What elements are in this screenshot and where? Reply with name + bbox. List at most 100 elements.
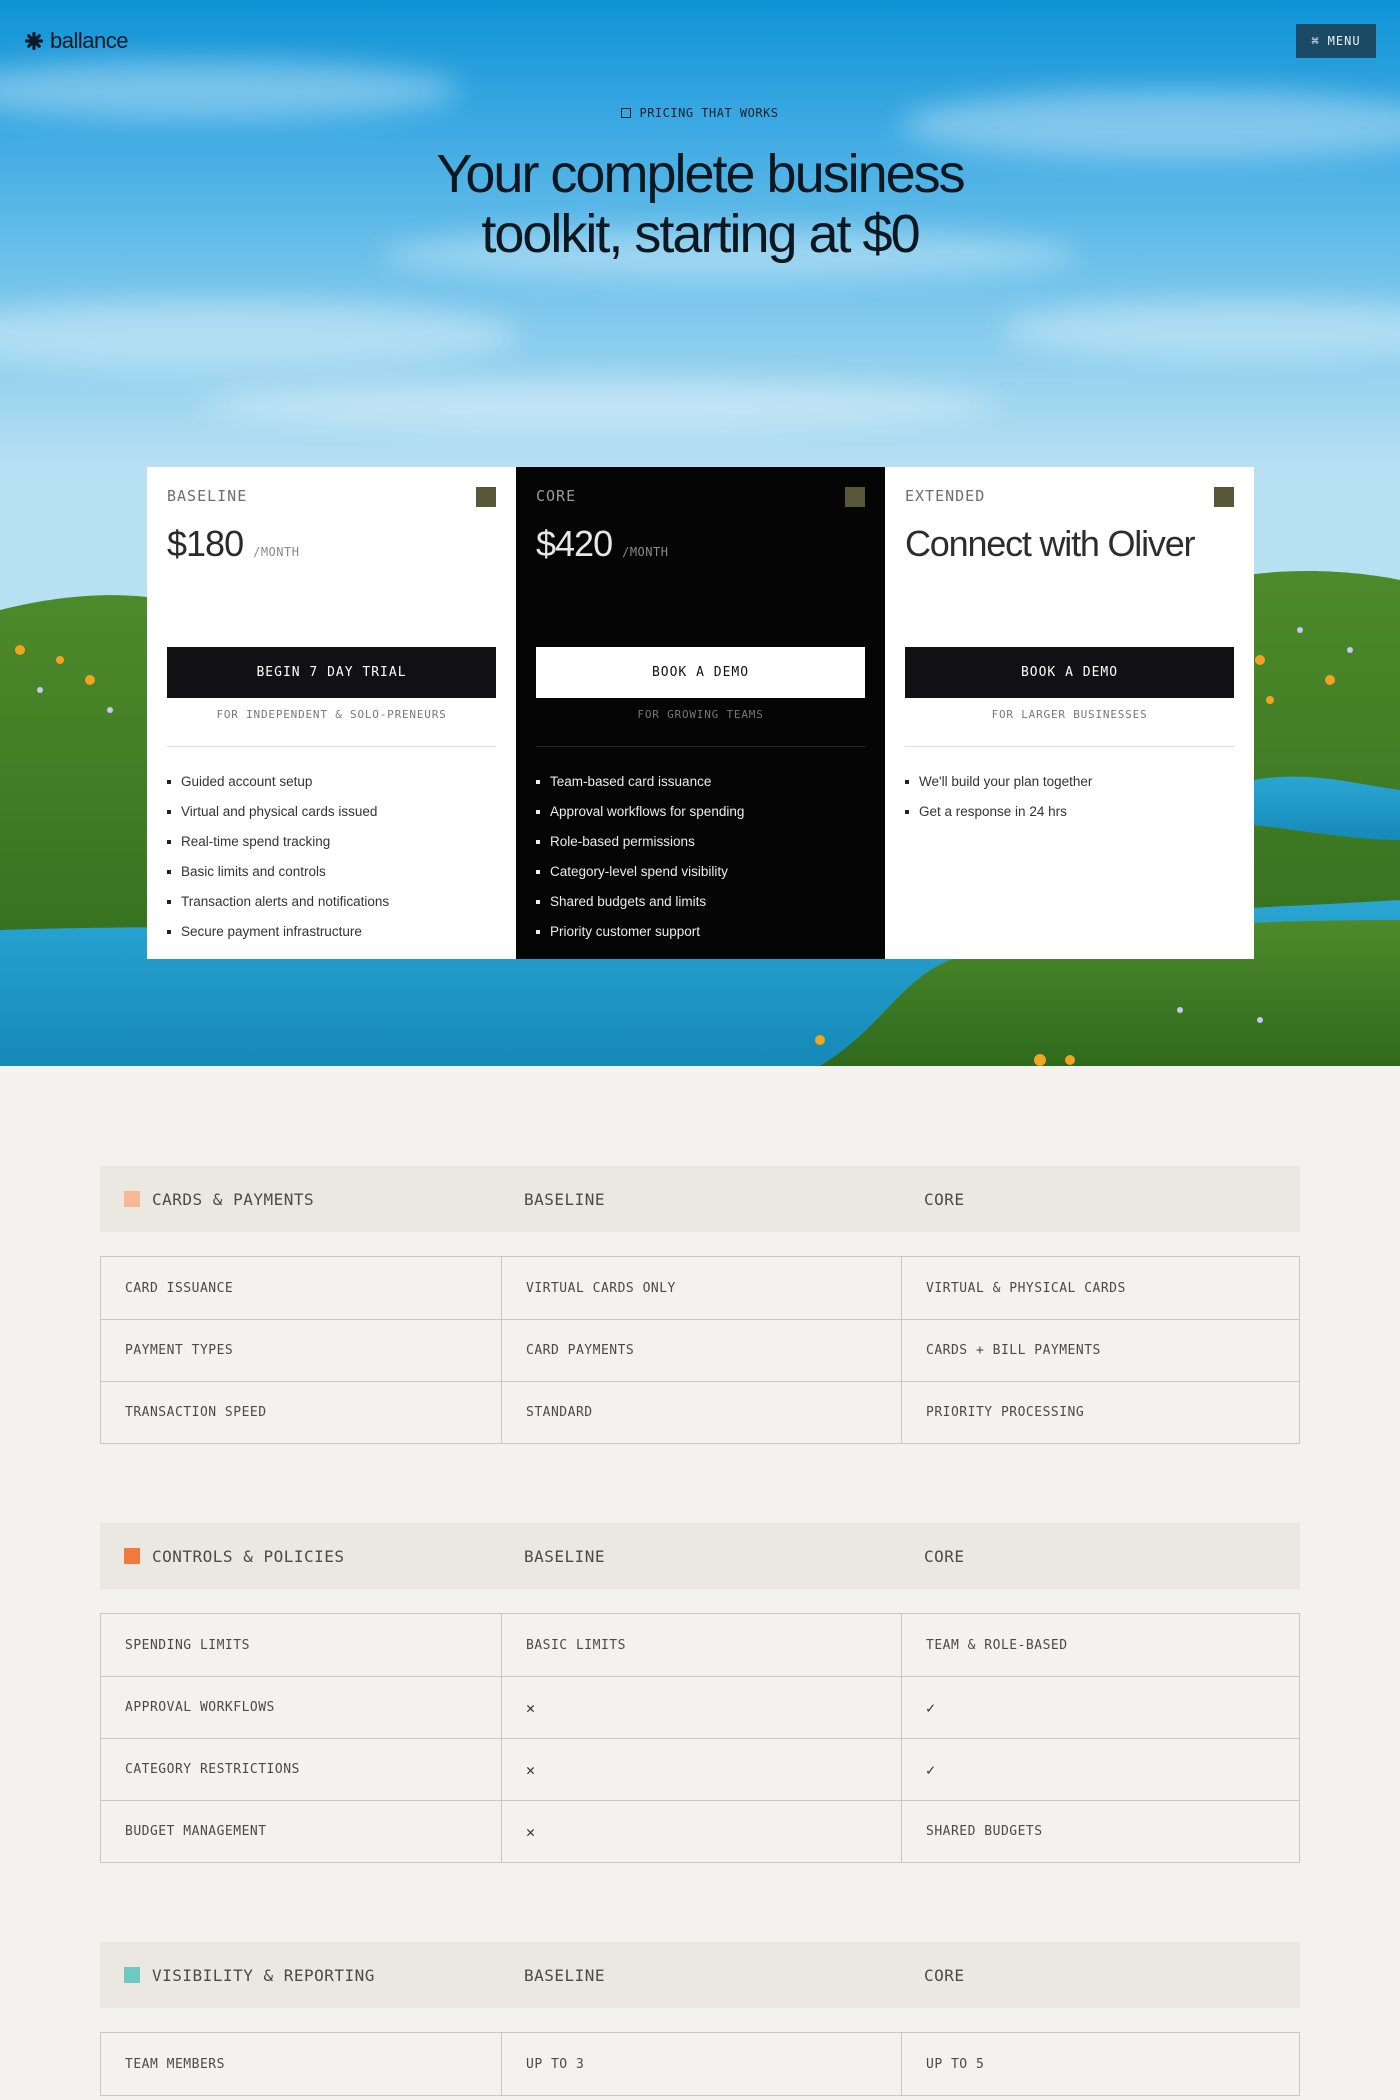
pricing-cards: BASELINE $180 /MONTH BEGIN 7 DAY TRIAL F… [147, 467, 1254, 959]
feature-item: Guided account setup [167, 767, 496, 797]
plan-chip-icon [1214, 487, 1234, 507]
section-header: CARDS & PAYMENTS BASELINE CORE [100, 1166, 1300, 1232]
table-row: SPENDING LIMITS BASIC LIMITS TEAM & ROLE… [101, 1614, 1299, 1676]
brand-name: ballance [50, 28, 128, 53]
asterisk-flower-icon [24, 31, 44, 51]
section-title-cell: CONTROLS & POLICIES [100, 1547, 500, 1566]
row-label: TRANSACTION SPEED [125, 1405, 267, 1420]
command-icon: ⌘ [1311, 34, 1320, 48]
section-title: CONTROLS & POLICIES [152, 1546, 345, 1566]
feature-item: Get a response in 24 hrs [905, 797, 1234, 827]
pricing-eyebrow: PRICING THAT WORKS [0, 106, 1400, 120]
category-square-icon [124, 1548, 140, 1564]
row-label: PAYMENT TYPES [125, 1343, 234, 1358]
feature-item: Real-time spend tracking [167, 827, 496, 857]
book-demo-button[interactable]: BOOK A DEMO [536, 647, 865, 698]
feature-item: Team-based card issuance [536, 767, 865, 797]
baseline-value: ✕ [501, 1677, 901, 1738]
plan-audience: FOR LARGER BUSINESSES [991, 708, 1148, 721]
divider [536, 746, 865, 747]
column-header-core: CORE [924, 1965, 965, 1985]
divider [167, 746, 496, 747]
feature-item: Secure payment infrastructure [167, 917, 496, 947]
comparison-table: CARD ISSUANCE VIRTUAL CARDS ONLY VIRTUAL… [100, 1256, 1300, 1444]
baseline-value: BASIC LIMITS [501, 1614, 901, 1676]
plan-card-baseline: BASELINE $180 /MONTH BEGIN 7 DAY TRIAL F… [147, 467, 516, 959]
table-row: PAYMENT TYPES CARD PAYMENTS CARDS + BILL… [101, 1319, 1299, 1381]
plan-tier: EXTENDED [905, 487, 986, 505]
column-header-core: CORE [924, 1546, 965, 1566]
feature-item: Role-based permissions [536, 827, 865, 857]
plan-price: $180 /MONTH [167, 523, 496, 565]
cross-icon: ✕ [526, 1698, 536, 1717]
menu-label: MENU [1327, 34, 1361, 48]
comparison-cards-payments: CARDS & PAYMENTS BASELINE CORE CARD ISSU… [100, 1166, 1300, 1444]
square-icon [621, 108, 632, 118]
column-header-baseline: BASELINE [524, 1189, 606, 1209]
row-label: SPENDING LIMITS [125, 1637, 250, 1653]
menu-button[interactable]: ⌘ MENU [1296, 24, 1376, 58]
plan-price: $420 /MONTH [536, 523, 865, 565]
headline-line-1: Your complete business [436, 144, 965, 204]
book-demo-button[interactable]: BOOK A DEMO [905, 647, 1234, 698]
section-header: VISIBILITY & REPORTING BASELINE CORE [100, 1942, 1300, 2008]
price-amount: $180 [167, 523, 244, 564]
row-label: CATEGORY RESTRICTIONS [125, 1762, 300, 1777]
feature-item: Category-level spend visibility [536, 857, 865, 887]
section-header: CONTROLS & POLICIES BASELINE CORE [100, 1523, 1300, 1589]
core-value: CARDS + BILL PAYMENTS [901, 1320, 1299, 1381]
baseline-value: ✕ [501, 1739, 901, 1800]
baseline-value: STANDARD [501, 1382, 901, 1443]
row-label: TEAM MEMBERS [125, 2056, 225, 2072]
plan-chip-icon [845, 487, 865, 507]
comparison-visibility-reporting: VISIBILITY & REPORTING BASELINE CORE TEA… [100, 1942, 1300, 2096]
feature-item: We'll build your plan together [905, 767, 1234, 797]
core-value: ✓ [901, 1677, 1299, 1738]
plan-tier: CORE [536, 487, 577, 505]
comparison-controls-policies: CONTROLS & POLICIES BASELINE CORE SPENDI… [100, 1523, 1300, 1863]
section-title: CARDS & PAYMENTS [152, 1189, 315, 1209]
row-label: BUDGET MANAGEMENT [125, 1824, 267, 1839]
plan-contact: Connect with Oliver [905, 523, 1196, 564]
table-row: TEAM MEMBERS UP TO 3 UP TO 5 [101, 2033, 1299, 2095]
category-square-icon [124, 1967, 140, 1983]
check-icon: ✓ [926, 1698, 936, 1717]
comparison-table: SPENDING LIMITS BASIC LIMITS TEAM & ROLE… [100, 1613, 1300, 1863]
feature-item: Shared budgets and limits [536, 887, 865, 917]
price-amount: $420 [536, 523, 613, 564]
column-header-baseline: BASELINE [524, 1965, 606, 1985]
baseline-value: VIRTUAL CARDS ONLY [501, 1257, 901, 1319]
begin-trial-button[interactable]: BEGIN 7 DAY TRIAL [167, 647, 496, 698]
section-title: VISIBILITY & REPORTING [152, 1965, 375, 1985]
feature-item: Virtual and physical cards issued [167, 797, 496, 827]
plan-tier: BASELINE [167, 487, 248, 505]
feature-list: Guided account setup Virtual and physica… [167, 767, 496, 947]
feature-item: Priority customer support [536, 917, 865, 947]
plan-card-extended: EXTENDED Connect with Oliver BOOK A DEMO… [885, 467, 1254, 959]
core-value: VIRTUAL & PHYSICAL CARDS [901, 1257, 1299, 1319]
brand-logo[interactable]: ballance [24, 28, 128, 54]
column-header-core: CORE [924, 1189, 965, 1209]
table-row: APPROVAL WORKFLOWS ✕ ✓ [101, 1676, 1299, 1738]
feature-item: Basic limits and controls [167, 857, 496, 887]
table-row: BUDGET MANAGEMENT ✕ SHARED BUDGETS [101, 1800, 1299, 1862]
core-value: PRIORITY PROCESSING [901, 1382, 1299, 1443]
feature-item: Transaction alerts and notifications [167, 887, 496, 917]
cross-icon: ✕ [526, 1760, 536, 1779]
baseline-value: UP TO 3 [501, 2033, 901, 2095]
plan-chip-icon [476, 487, 496, 507]
row-label: CARD ISSUANCE [125, 1280, 234, 1296]
plan-audience: FOR GROWING TEAMS [637, 708, 764, 721]
plan-audience: FOR INDEPENDENT & SOLO-PRENEURS [216, 708, 447, 721]
core-value: TEAM & ROLE-BASED [901, 1614, 1299, 1676]
price-period: /MONTH [622, 545, 669, 559]
category-square-icon [124, 1191, 140, 1207]
core-value: SHARED BUDGETS [901, 1801, 1299, 1862]
eyebrow-text: PRICING THAT WORKS [639, 106, 779, 120]
baseline-value: CARD PAYMENTS [501, 1320, 901, 1381]
feature-item: Approval workflows for spending [536, 797, 865, 827]
feature-list: Team-based card issuance Approval workfl… [536, 767, 865, 947]
cross-icon: ✕ [526, 1822, 536, 1841]
core-value: ✓ [901, 1739, 1299, 1800]
section-title-cell: CARDS & PAYMENTS [100, 1190, 500, 1209]
